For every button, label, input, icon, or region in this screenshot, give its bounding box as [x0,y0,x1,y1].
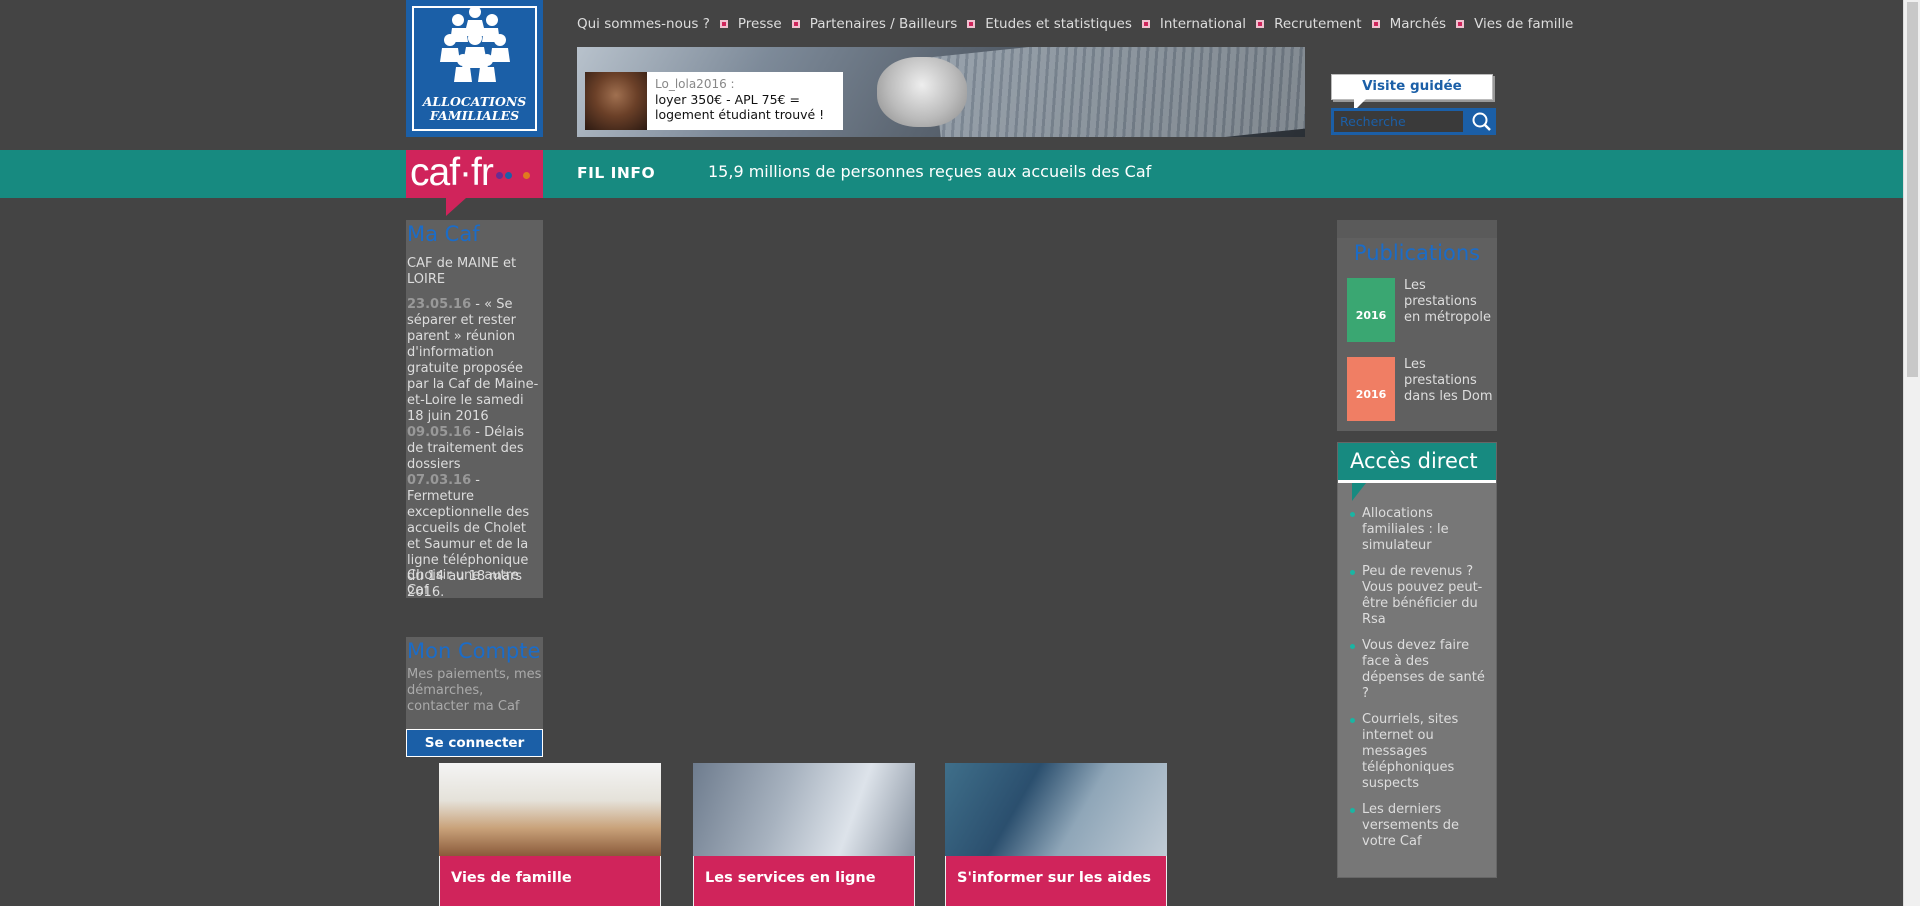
login-button[interactable]: Se connecter [406,729,543,757]
testimonial-card: Lo_lola2016 : loyer 350€ - APL 75€ = log… [585,72,843,130]
tile-informer-aides[interactable]: S'informer sur les aides [945,763,1167,906]
fil-info-label: FIL INFO [577,164,656,182]
nav-recrutement[interactable]: Recrutement [1274,16,1362,32]
family-photo [439,763,661,856]
nav-separator-icon [1371,20,1380,28]
tile-label: Vies de famille [451,870,572,886]
search-icon[interactable] [1467,108,1496,135]
tile-label: Les services en ligne [705,870,876,886]
family-figures-icon [440,6,510,82]
news-date: 07.03.16 [407,473,472,488]
mon-compte-title: Mon Compte [407,639,541,663]
publication-item[interactable]: 2016 Les prestations en métropole [1347,278,1495,342]
acces-direct-list: Allocations familiales : le simulateur P… [1350,506,1492,860]
publications-title: Publications [1353,241,1481,265]
publication-item[interactable]: 2016 Les prestations dans les Dom [1347,357,1495,421]
caf-name: CAF de MAINE et LOIRE [407,256,517,287]
tile-notch-icon [990,898,1006,906]
search-input[interactable] [1334,111,1463,132]
acces-direct-link[interactable]: Allocations familiales : le simulateur [1350,506,1492,554]
publication-cover: 2016 [1347,357,1395,421]
nav-presse[interactable]: Presse [738,16,782,32]
caf-logo[interactable]: ALLOCATIONS FAMILIALES [406,0,543,137]
news-date: 23.05.16 [407,297,472,312]
tile-label: S'informer sur les aides [957,870,1151,886]
tile-vies-de-famille[interactable]: Vies de famille [439,763,661,906]
ma-caf-title: Ma Caf [407,222,480,246]
news-text: - « Se séparer et rester parent » réunio… [407,297,539,424]
publication-cover: 2016 [1347,278,1395,342]
mon-compte-panel: Mon Compte Mes paiements, mes démarches,… [406,637,543,757]
nav-qui-sommes-nous[interactable]: Qui sommes-nous ? [577,16,710,32]
promo-banner[interactable]: Lo_lola2016 : loyer 350€ - APL 75€ = log… [577,47,1305,137]
badge-tail-icon [446,198,466,216]
acces-direct-link[interactable]: Vous devez faire face à des dépenses de … [1350,638,1492,702]
fil-info-news[interactable]: 15,9 millions de personnes reçues aux ac… [708,162,1151,181]
nav-separator-icon [1256,20,1265,28]
nav-international[interactable]: International [1160,16,1246,32]
tile-services-en-ligne[interactable]: Les services en ligne [693,763,915,906]
aides-photo [945,763,1167,856]
news-date: 09.05.16 [407,425,472,440]
acces-direct-link[interactable]: Peu de revenus ? Vous pouvez peut-être b… [1350,564,1492,628]
nav-etudes[interactable]: Etudes et statistiques [985,16,1132,32]
publications-panel: Publications 2016 Les prestations en mét… [1337,220,1497,431]
tile-notch-icon [484,898,500,906]
news-item[interactable]: 09.05.16 - Délais de traitement des doss… [407,425,542,473]
logo-line-2: FAMILIALES [429,108,520,123]
acces-direct-panel: Accès direct Allocations familiales : le… [1337,442,1497,878]
search-box [1331,108,1496,135]
ma-caf-panel: Ma Caf CAF de MAINE et LOIRE 23.05.16 - … [406,220,543,601]
testimonial-user: Lo_lola2016 : [655,77,735,91]
acces-direct-link[interactable]: Les derniers versements de votre Caf [1350,802,1492,850]
color-dots-icon [496,172,530,179]
publication-text: Les prestations en métropole [1404,278,1491,325]
mon-compte-description: Mes paiements, mes démarches, contacter … [407,667,542,714]
guided-tour-button[interactable]: Visite guidée [1331,74,1493,111]
tile-notch-icon [738,898,754,906]
caf-fr-wordmark: caf·fr [410,151,494,194]
testimonial-message: loyer 350€ - APL 75€ = logement étudiant… [655,92,825,122]
online-services-photo [693,763,915,856]
nav-separator-icon [967,20,976,28]
caf-fr-logo[interactable]: caf·fr [406,150,543,216]
choose-other-caf-link[interactable]: Choisir une autre Caf [407,568,543,598]
caf-news-list: 23.05.16 - « Se séparer et rester parent… [407,297,542,601]
banner-coffee-cup [877,57,967,127]
nav-separator-icon [1141,20,1150,28]
nav-vies-de-famille[interactable]: Vies de famille [1474,16,1573,32]
logo-text: ALLOCATIONS FAMILIALES [406,95,543,123]
nav-separator-icon [791,20,800,28]
logo-line-1: ALLOCATIONS [422,94,527,109]
nav-separator-icon [1456,20,1465,28]
nav-partenaires[interactable]: Partenaires / Bailleurs [810,16,958,32]
acces-direct-header: Accès direct [1338,443,1496,501]
news-item[interactable]: 23.05.16 - « Se séparer et rester parent… [407,297,542,425]
testimonial-photo [585,72,647,130]
acces-direct-title: Accès direct [1350,449,1478,473]
nav-marches[interactable]: Marchés [1390,16,1447,32]
publication-year: 2016 [1355,388,1387,401]
guided-tour-label: Visite guidée [1362,78,1462,94]
top-navigation: Qui sommes-nous ? Presse Partenaires / B… [577,16,1573,32]
page-scrollbar[interactable] [1903,0,1920,906]
banner-newspaper [932,47,1305,137]
publication-text: Les prestations dans les Dom [1404,357,1493,404]
nav-separator-icon [719,20,728,28]
publication-year: 2016 [1355,309,1387,322]
acces-direct-link[interactable]: Courriels, sites internet ou messages té… [1350,712,1492,792]
scrollbar-thumb[interactable] [1907,2,1918,377]
header-tail-icon [1352,483,1366,501]
